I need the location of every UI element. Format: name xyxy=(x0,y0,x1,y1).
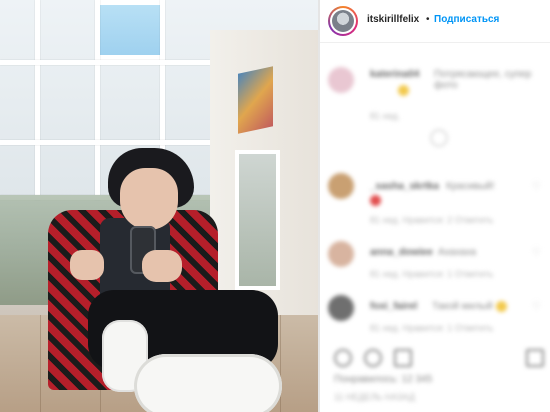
white-sneaker xyxy=(134,354,282,412)
roof-frame xyxy=(0,60,210,65)
commenter-avatar[interactable] xyxy=(328,67,354,93)
comment-text: Потрясающее, супер фото xyxy=(434,69,532,91)
commenter-avatar[interactable] xyxy=(328,241,354,267)
bookmark-icon[interactable] xyxy=(526,349,544,367)
comment-meta: 81 нед. Нравится: 1 Ответить xyxy=(370,269,494,279)
comment-meta: 81 нед. xyxy=(370,111,401,121)
avatar-ring[interactable] xyxy=(328,6,358,36)
post-panel: itskirillfelix • Подписаться katerina04 … xyxy=(320,0,550,412)
face xyxy=(120,168,178,230)
emoji-icon xyxy=(496,301,507,312)
comment-meta: 81 нед. Нравится: 2 Ответить xyxy=(370,215,494,225)
separator-dot: • xyxy=(426,14,430,25)
heart-icon[interactable] xyxy=(334,349,352,367)
hand xyxy=(142,250,182,282)
comment-text: Такой милый xyxy=(432,301,493,312)
commenter-name[interactable]: katerina04 xyxy=(370,69,419,80)
emoji-icon xyxy=(398,85,409,96)
hand xyxy=(70,250,104,280)
heart-emoji-icon xyxy=(370,195,381,206)
comment-text: Ахахаха xyxy=(438,247,477,258)
username-link[interactable]: itskirillfelix xyxy=(367,14,419,25)
commenter-name[interactable]: _sasha_skrtka xyxy=(370,181,439,192)
share-icon[interactable] xyxy=(394,349,412,367)
comment-icon[interactable] xyxy=(364,349,382,367)
post-date: 11 НЕДЕЛЬ НАЗАД xyxy=(334,392,415,402)
commenter-name[interactable]: foxi_fairel xyxy=(370,301,417,312)
avatar-icon xyxy=(332,10,354,32)
comment-text: Красивый! xyxy=(446,181,495,192)
post-photo xyxy=(0,0,320,412)
post-header: itskirillfelix • Подписаться xyxy=(320,0,550,43)
like-comment-icon[interactable]: ♡ xyxy=(532,247,542,258)
commenter-avatar[interactable] xyxy=(328,173,354,199)
more-comments-icon[interactable] xyxy=(430,129,448,147)
skylight xyxy=(95,0,165,60)
follow-button[interactable]: Подписаться xyxy=(434,14,499,25)
comment-meta: 81 нед. Нравится: 1 Ответить xyxy=(370,323,494,333)
comments-list: katerina04 Потрясающее, супер фото 81 не… xyxy=(320,43,550,343)
like-comment-icon[interactable]: ♡ xyxy=(532,181,542,192)
post-actions xyxy=(320,343,550,373)
wall-poster xyxy=(238,66,273,134)
likes-count[interactable]: Понравилось: 12 345 xyxy=(334,374,432,385)
commenter-name[interactable]: anna_dowiee xyxy=(370,247,433,258)
avatar xyxy=(330,8,356,34)
commenter-avatar[interactable] xyxy=(328,295,354,321)
person xyxy=(30,140,290,412)
like-comment-icon[interactable]: ♡ xyxy=(532,301,542,312)
